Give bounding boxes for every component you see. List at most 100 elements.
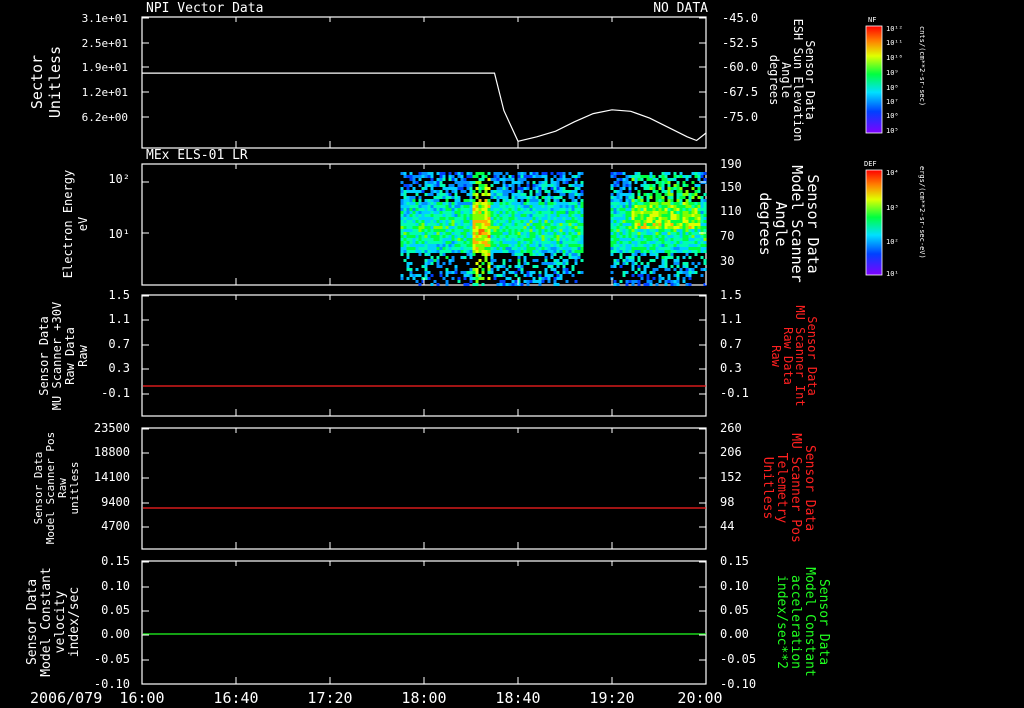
spectrogram-cell (661, 229, 665, 232)
spectrogram-cell (652, 184, 656, 187)
spectrogram-cell (631, 211, 635, 214)
spectrogram-cell (493, 208, 497, 211)
spectrogram-cell (412, 190, 416, 193)
spectrogram-cell (499, 208, 503, 211)
spectrogram-cell (505, 277, 509, 280)
spectrogram-cell (403, 172, 407, 175)
spectrogram-cell (628, 187, 632, 190)
spectrogram-cell (646, 193, 650, 196)
spectrogram-cell (496, 175, 500, 178)
spectrogram-cell (637, 178, 641, 181)
spectrogram-cell (466, 187, 470, 190)
spectrogram-cell (652, 202, 656, 205)
spectrogram-cell (568, 232, 572, 235)
spectrogram-cell (529, 175, 533, 178)
spectrogram-cell (520, 202, 524, 205)
spectrogram-cell (481, 277, 485, 280)
spectrogram-cell (403, 229, 407, 232)
spectrogram-cell (409, 244, 413, 247)
spectrogram-cell (448, 259, 452, 262)
spectrogram-cell (469, 274, 473, 277)
spectrogram-cell (406, 211, 410, 214)
spectrogram-cell (649, 283, 653, 286)
spectrogram-cell (580, 229, 584, 232)
spectrogram-cell (406, 250, 410, 253)
spectrogram-cell (469, 277, 473, 280)
spectrogram-cell (562, 181, 566, 184)
spectrogram-cell (475, 280, 479, 283)
spectrogram-cell (667, 190, 671, 193)
tick-label: 0.7 (108, 337, 130, 351)
spectrogram-cell (619, 280, 623, 283)
spectrogram-cell (427, 226, 431, 229)
spectrogram-cell (631, 202, 635, 205)
spectrogram-cell (667, 202, 671, 205)
spectrogram-cell (568, 196, 572, 199)
spectrogram-cell (655, 247, 659, 250)
spectrogram-cell (469, 256, 473, 259)
spectrogram-cell (508, 190, 512, 193)
spectrogram-cell (628, 199, 632, 202)
spectrogram-cell (676, 220, 680, 223)
spectrogram-cell (514, 181, 518, 184)
spectrogram-cell (673, 244, 677, 247)
spectrogram-cell (574, 184, 578, 187)
spectrogram-cell (400, 232, 404, 235)
spectrogram-cell (574, 217, 578, 220)
spectrogram-cell (526, 241, 530, 244)
spectrogram-cell (553, 211, 557, 214)
spectrogram-cell (562, 232, 566, 235)
spectrogram-cell (625, 193, 629, 196)
spectrogram-cell (454, 238, 458, 241)
spectrogram-cell (610, 208, 614, 211)
tick-label: -45.0 (722, 11, 758, 25)
spectrogram-cell (478, 181, 482, 184)
spectrogram-cell (430, 214, 434, 217)
spectrogram-cell (652, 244, 656, 247)
spectrogram-cell (562, 226, 566, 229)
spectrogram-cell (685, 274, 689, 277)
spectrogram-cell (580, 259, 584, 262)
spectrogram-cell (430, 208, 434, 211)
spectrogram-cell (490, 217, 494, 220)
spectrogram-cell (634, 250, 638, 253)
spectrogram-cell (463, 247, 467, 250)
svg-text:Electron Energy: Electron Energy (61, 170, 75, 278)
spectrogram-cell (511, 271, 515, 274)
spectrogram-cell (703, 220, 707, 223)
spectrogram-cell (613, 175, 617, 178)
spectrogram-cell (619, 205, 623, 208)
spectrogram-cell (556, 241, 560, 244)
spectrogram-cell (637, 247, 641, 250)
spectrogram-cell (652, 235, 656, 238)
spectrogram-cell (652, 226, 656, 229)
spectrogram-cell (436, 181, 440, 184)
spectrogram-cell (553, 235, 557, 238)
spectrogram-cell (526, 214, 530, 217)
spectrogram-cell (667, 244, 671, 247)
spectrogram-cell (517, 181, 521, 184)
spectrogram-cell (694, 172, 698, 175)
spectrogram-cell (523, 241, 527, 244)
spectrogram-cell (538, 226, 542, 229)
spectrogram-cell (634, 202, 638, 205)
spectrogram-cell (655, 229, 659, 232)
spectrogram-cell (634, 181, 638, 184)
spectrogram-cell (691, 235, 695, 238)
spectrogram-cell (574, 238, 578, 241)
tick-label: 3.1e+01 (82, 12, 128, 25)
spectrogram-cell (466, 202, 470, 205)
spectrogram-cell (691, 202, 695, 205)
date-label: 2006/079 (30, 689, 102, 707)
spectrogram-cell (640, 232, 644, 235)
spectrogram-cell (577, 235, 581, 238)
spectrogram-cell (403, 226, 407, 229)
spectrogram-cell (406, 199, 410, 202)
spectrogram-cell (685, 220, 689, 223)
spectrogram-cell (667, 241, 671, 244)
spectrogram-cell (469, 205, 473, 208)
spectrogram-cell (436, 259, 440, 262)
spectrogram-cell (649, 178, 653, 181)
spectrogram-cell (580, 202, 584, 205)
spectrogram-cell (688, 205, 692, 208)
